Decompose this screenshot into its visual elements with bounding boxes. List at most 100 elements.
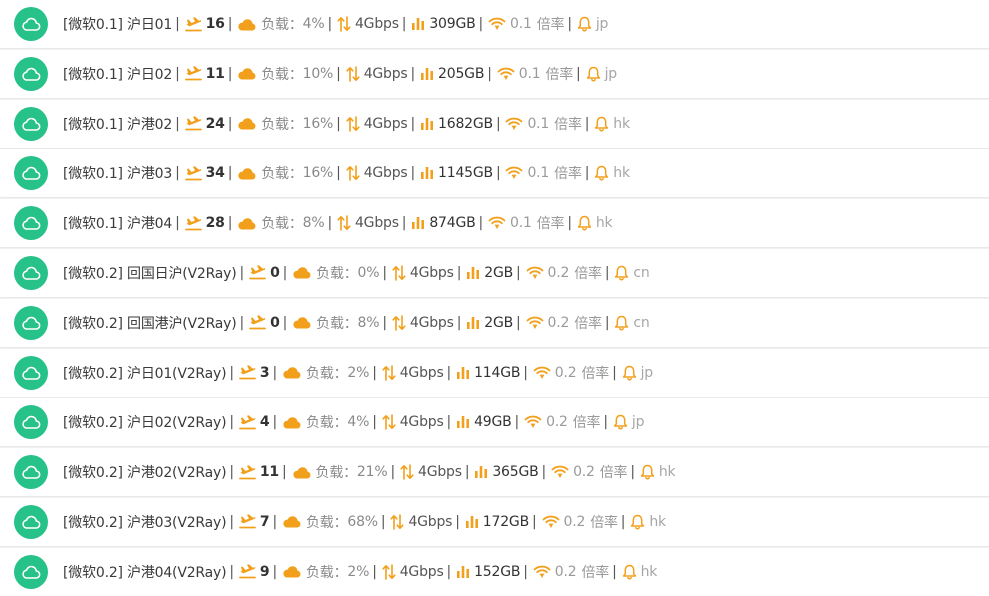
separator: | xyxy=(567,215,572,232)
separator: | xyxy=(603,414,608,431)
region-code: cn xyxy=(633,264,650,281)
rate-label: 倍率 xyxy=(554,166,582,183)
node-row[interactable]: [微软0.1] 沪港02 | 24 | 负载： 16% | 4Gbps | 16… xyxy=(0,99,989,148)
node-row[interactable]: [微软0.1] 沪日01 | 16 | 负载： 4% | 4Gbps | 309… xyxy=(0,0,989,48)
bar-chart-icon xyxy=(420,67,434,81)
airplane-icon xyxy=(184,66,202,81)
rate-value: 0.2 xyxy=(547,314,570,331)
node-info-line: [微软0.2] 沪日01(V2Ray) | 3 | 负载： 2% | 4Gbps… xyxy=(63,349,653,397)
node-name: [微软0.2] 回国港沪(V2Ray) xyxy=(63,315,237,332)
node-row[interactable]: [微软0.2] 沪日02(V2Ray) | 4 | 负载： 4% | 4Gbps… xyxy=(0,398,989,447)
rate-value: 0.2 xyxy=(546,414,568,431)
load-label: 负载： xyxy=(305,365,348,382)
traffic-value: 172GB xyxy=(482,513,529,530)
separator: | xyxy=(401,16,407,32)
up-down-arrows-icon xyxy=(392,314,406,331)
separator: | xyxy=(175,115,180,132)
node-name: [微软0.1] 沪港04 xyxy=(63,216,173,233)
signal-icon xyxy=(551,465,569,479)
separator: | xyxy=(272,513,277,530)
rate-value: 0.1 xyxy=(510,16,532,32)
node-row[interactable]: [微软0.2] 沪港02(V2Ray) | 11 | 负载： 21% | 4Gb… xyxy=(0,448,989,497)
online-count: 3 xyxy=(259,364,270,381)
separator: | xyxy=(229,364,234,381)
node-row[interactable]: [微软0.1] 沪日02 | 11 | 负载： 10% | 4Gbps | 20… xyxy=(0,49,989,98)
node-row[interactable]: [微软0.2] 回国港沪(V2Ray) | 0 | 负载： 8% | 4Gbps… xyxy=(0,298,989,347)
node-row[interactable]: [微软0.1] 沪港03 | 34 | 负载： 16% | 4Gbps | 11… xyxy=(0,149,989,198)
traffic-value: 309GB xyxy=(429,16,476,32)
separator: | xyxy=(541,464,547,481)
separator: | xyxy=(272,563,277,580)
separator: | xyxy=(175,16,180,32)
separator: | xyxy=(239,314,245,331)
rate-value: 0.1 xyxy=(518,65,541,82)
online-count: 7 xyxy=(259,513,270,530)
node-name: [微软0.2] 沪港03(V2Ray) xyxy=(63,514,227,531)
up-down-arrows-icon xyxy=(337,215,351,231)
load-label: 负载： xyxy=(305,415,348,432)
up-down-arrows-icon xyxy=(382,364,396,381)
cloud-icon xyxy=(237,67,257,80)
load-label: 负载： xyxy=(305,564,348,581)
airplane-icon xyxy=(249,265,266,280)
cloud-icon xyxy=(14,7,48,41)
cloud-icon xyxy=(14,355,48,390)
node-row[interactable]: [微软0.2] 沪港04(V2Ray) | 9 | 负载： 2% | 4Gbps… xyxy=(0,547,989,596)
separator: | xyxy=(372,364,377,381)
load-label: 负载： xyxy=(316,265,358,282)
separator: | xyxy=(567,16,572,32)
signal-icon xyxy=(524,415,542,429)
separator: | xyxy=(516,264,521,281)
node-info-line: [微软0.1] 沪港02 | 24 | 负载： 16% | 4Gbps | 16… xyxy=(63,100,630,148)
separator: | xyxy=(446,364,452,381)
airplane-icon xyxy=(184,16,202,32)
node-info-line: [微软0.1] 沪日02 | 11 | 负载： 10% | 4Gbps | 20… xyxy=(63,50,617,98)
separator: | xyxy=(514,414,520,431)
separator: | xyxy=(523,364,528,381)
node-row[interactable]: [微软0.2] 沪日01(V2Ray) | 3 | 负载： 2% | 4Gbps… xyxy=(0,348,989,397)
separator: | xyxy=(630,464,635,481)
bell-icon xyxy=(622,564,637,580)
airplane-icon xyxy=(184,215,202,231)
load-label: 负载： xyxy=(261,17,303,33)
load-value: 2% xyxy=(347,563,370,580)
separator: | xyxy=(227,115,233,132)
rate-value: 0.2 xyxy=(573,464,595,481)
bell-icon xyxy=(630,514,645,530)
rate-value: 0.1 xyxy=(510,215,532,232)
separator: | xyxy=(227,165,233,182)
rate-label: 倍率 xyxy=(536,17,565,33)
separator: | xyxy=(516,314,521,331)
bandwidth-value: 4Gbps xyxy=(399,364,444,381)
separator: | xyxy=(175,165,180,182)
online-count: 16 xyxy=(205,16,225,32)
separator: | xyxy=(446,563,452,580)
region-code: hk xyxy=(613,165,630,182)
separator: | xyxy=(495,115,501,132)
traffic-value: 205GB xyxy=(438,65,485,82)
separator: | xyxy=(410,165,416,182)
separator: | xyxy=(327,215,332,232)
online-count: 4 xyxy=(259,414,270,431)
region-code: jp xyxy=(604,65,618,82)
separator: | xyxy=(401,215,407,232)
online-count: 11 xyxy=(259,464,279,481)
rate-label: 倍率 xyxy=(581,564,610,581)
node-row[interactable]: [微软0.2] 回国日沪(V2Ray) | 0 | 负载： 0% | 4Gbps… xyxy=(0,248,989,297)
load-value: 16% xyxy=(302,115,334,132)
separator: | xyxy=(229,513,234,530)
load-label: 负载： xyxy=(261,116,303,133)
bandwidth-value: 4Gbps xyxy=(399,563,444,580)
bar-chart-icon xyxy=(474,465,488,479)
bell-icon xyxy=(640,464,655,480)
traffic-value: 49GB xyxy=(474,414,512,431)
traffic-value: 365GB xyxy=(492,464,539,481)
node-row[interactable]: [微软0.1] 沪港04 | 28 | 负载： 8% | 4Gbps | 874… xyxy=(0,199,989,248)
separator: | xyxy=(478,215,484,232)
up-down-arrows-icon xyxy=(382,563,396,580)
separator: | xyxy=(229,464,234,481)
node-row[interactable]: [微软0.2] 沪港03(V2Ray) | 7 | 负载： 68% | 4Gbp… xyxy=(0,497,989,546)
bell-icon xyxy=(613,414,628,430)
separator: | xyxy=(410,115,416,132)
bar-chart-icon xyxy=(411,216,425,230)
